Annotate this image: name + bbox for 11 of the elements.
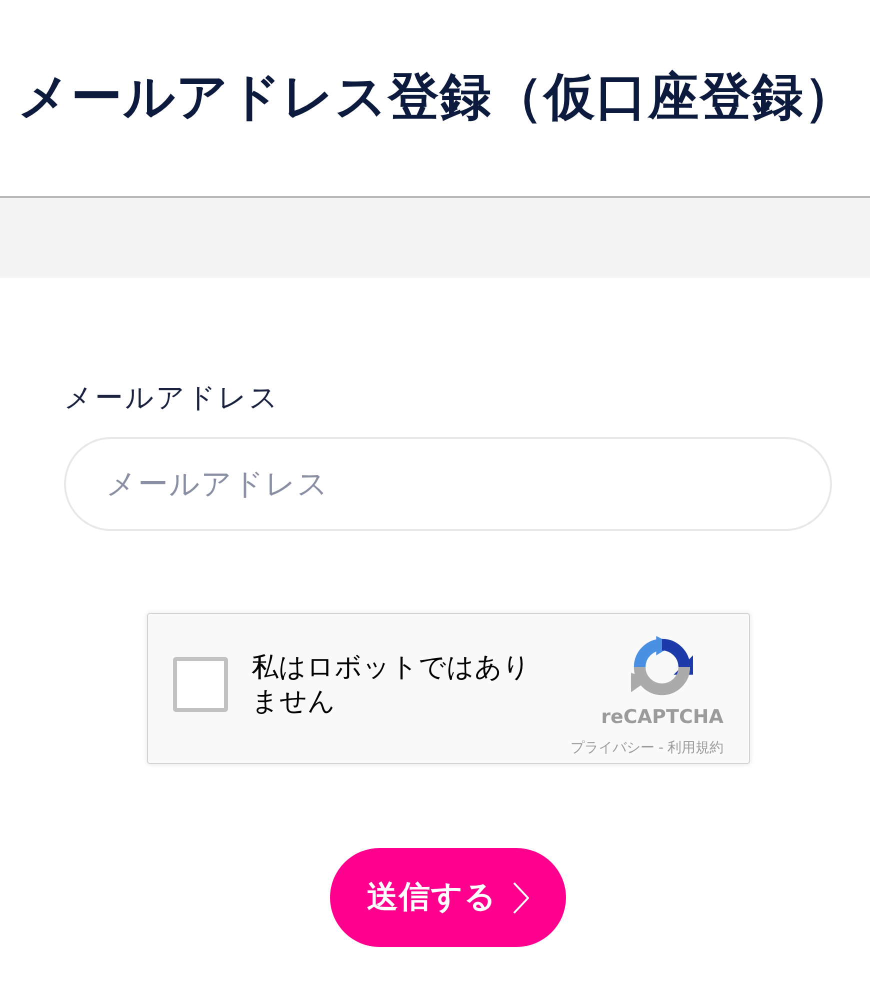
- brand-label: reCAPTCHA: [601, 706, 724, 729]
- checkbox[interactable]: [172, 657, 228, 712]
- email-label: メールアドレス: [64, 380, 281, 416]
- captcha-label: 私はロボットではありません: [252, 650, 532, 719]
- submit-button[interactable]: 送信する: [330, 848, 566, 948]
- page-title: メールアドレス登録（仮口座登録）: [18, 67, 856, 129]
- terms-link[interactable]: 利用規約: [668, 739, 724, 758]
- link-separator: -: [658, 739, 664, 758]
- chevron-right-icon: [513, 882, 529, 914]
- email-field[interactable]: メールアドレス: [64, 437, 832, 532]
- privacy-link[interactable]: プライバシー: [570, 739, 654, 758]
